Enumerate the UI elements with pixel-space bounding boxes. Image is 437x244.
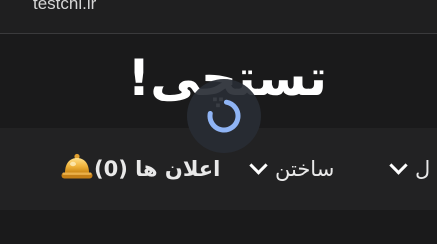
loading-spinner-icon [207,99,241,133]
nav-build[interactable]: ساختن [249,156,335,182]
nav-partial-item[interactable]: ل [389,156,431,182]
nav-build-label: ساختن [275,157,335,181]
nav-notifications-label: اعلان ها (0) [94,157,221,181]
chevron-down-icon [389,156,408,175]
nav-notifications[interactable]: اعلان ها (0) [42,153,221,182]
url-text[interactable]: testchi.ir [33,0,96,14]
browser-top-bar: testchi.ir [0,0,437,34]
nav-partial-label: ل [415,157,431,181]
bell-icon [60,152,94,187]
page-body [0,210,437,244]
loading-spinner [187,79,261,153]
chevron-down-icon [249,156,268,175]
